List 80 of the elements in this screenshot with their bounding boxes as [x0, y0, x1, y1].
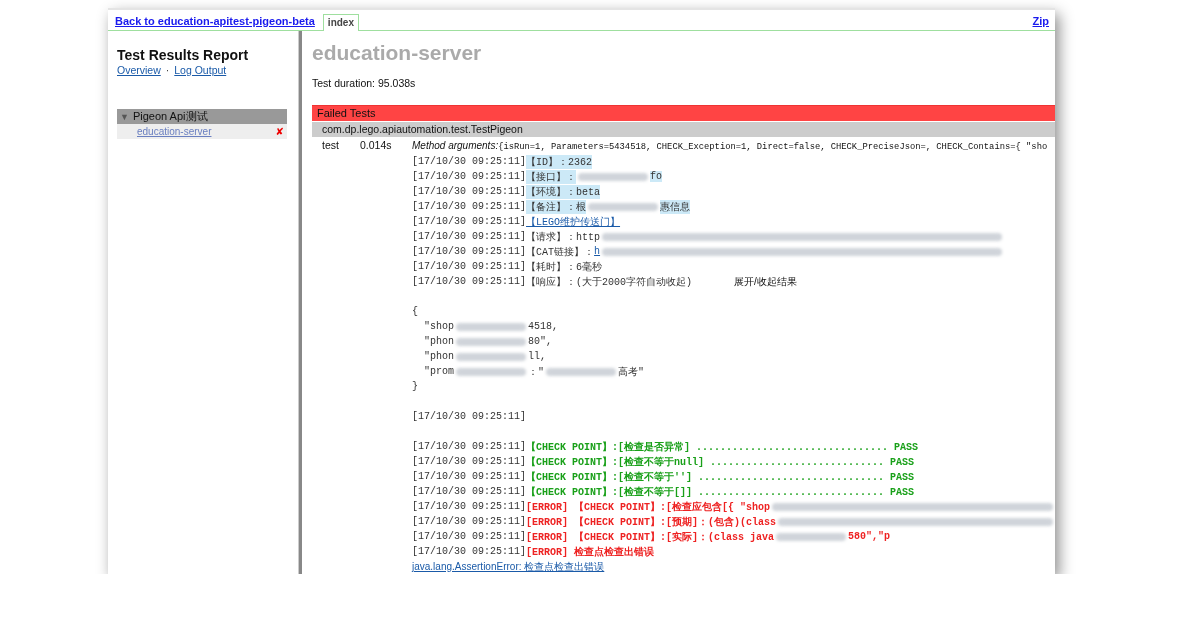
highlighted-log-text: 【环境】：beta: [526, 184, 601, 199]
log-timestamp: [17/10/30 09:25:11]: [412, 246, 527, 257]
report-title: Test Results Report: [117, 47, 250, 63]
log-timestamp: [17/10/30 09:25:11]: [412, 201, 527, 212]
nav-link[interactable]: Overview: [117, 64, 161, 76]
separator-dot: ·: [165, 64, 170, 76]
blurred-text: [456, 337, 526, 346]
zip-link[interactable]: Zip: [1032, 15, 1049, 27]
test-name: test: [322, 139, 339, 151]
check-pass-text: 【CHECK POINT】:[检查是否异常] ................................ PASS: [526, 440, 919, 454]
log-timestamp: [17/10/30 09:25:11]: [412, 186, 527, 197]
check-pass-text: 【CHECK POINT】:[检查不等于[]] ............................... PASS: [526, 485, 915, 499]
error-text: [ERROR] 检查点检查出错误: [526, 545, 655, 559]
check-pass-text: 【CHECK POINT】:[检查不等于''] ............................... PASS: [526, 470, 915, 484]
back-link[interactable]: Back to education-apitest-pigeon-beta: [115, 15, 315, 27]
log-link[interactable]: h: [594, 246, 601, 257]
log-timestamp: [17/10/30 09:25:11]: [412, 261, 527, 272]
tree-group-header[interactable]: ▼ Pigeon Api测试: [117, 109, 287, 124]
class-name-header: com.dp.lego.apiautomation.test.TestPigeon: [312, 122, 1055, 137]
log-text: "prom: [423, 366, 454, 377]
log-timestamp: [17/10/30 09:25:11]: [412, 156, 527, 167]
log-text: ll,: [528, 351, 547, 362]
log-timestamp: [17/10/30 09:25:11]: [412, 531, 527, 542]
error-text: 580","p: [848, 531, 891, 542]
log-timestamp: [17/10/30 09:25:11]: [412, 276, 527, 287]
log-timestamp: [17/10/30 09:25:11]: [412, 501, 527, 512]
log-timestamp: [17/10/30 09:25:11]: [412, 546, 527, 557]
expand-collapse-button[interactable]: 展开/收起结果: [734, 274, 797, 289]
failed-tests-header: Failed Tests: [312, 105, 1055, 121]
suite-title: education-server: [312, 41, 483, 66]
log-text: "phon: [423, 351, 454, 362]
log-timestamp: [17/10/30 09:25:11]: [412, 411, 527, 422]
log-timestamp: [17/10/30 09:25:11]: [412, 471, 527, 482]
tab[interactable]: index: [322, 14, 359, 31]
item-link[interactable]: education-server: [137, 126, 212, 137]
blurred-text: [456, 322, 526, 331]
log-text: "shop: [423, 321, 454, 332]
blurred-text: [456, 367, 526, 376]
log-timestamp: [17/10/30 09:25:11]: [412, 441, 527, 452]
log-text: 高考": [618, 365, 645, 379]
log-text: "phon: [423, 336, 454, 347]
highlighted-log-text: 惠信息: [660, 199, 691, 214]
check-pass-text: 【CHECK POINT】:[检查不等于null] ............................. PASS: [526, 455, 915, 469]
log-text: {: [412, 306, 418, 317]
log-timestamp: [17/10/30 09:25:11]: [412, 456, 527, 467]
blurred-text: [456, 352, 526, 361]
nav-link[interactable]: Log Output: [174, 64, 227, 76]
log-text: 【CAT链接】：: [526, 245, 595, 259]
fail-mark: ✘: [275, 126, 284, 137]
log-text: 4518,: [528, 321, 559, 332]
highlighted-log-text: 【接口】：: [526, 169, 577, 184]
test-time: 0.014s: [360, 139, 392, 151]
log-text: ：": [528, 365, 545, 379]
error-text: [ERROR] 【CHECK POINT】:[预期]：(包含)(class: [526, 515, 777, 529]
blurred-text: [588, 202, 659, 211]
blurred-text: [776, 532, 847, 541]
log-timestamp: [17/10/30 09:25:11]: [412, 486, 527, 497]
test-duration: Test duration: 95.038s: [312, 77, 417, 89]
log-text: 80",: [528, 336, 553, 347]
arguments-text: {isRun=1, Parameters=5434518, CHECK_Exception=1, Direct=false, CHECK_PreciseJson=, CHECK_Contains={ "sho: [498, 142, 1048, 152]
group-label: Pigeon Api测试: [132, 109, 208, 124]
log-timestamp: [17/10/30 09:25:11]: [412, 516, 527, 527]
log-timestamp: [17/10/30 09:25:11]: [412, 231, 527, 242]
blurred-text: [546, 367, 617, 376]
log-timestamp: [17/10/30 09:25:11]: [412, 216, 527, 227]
error-text: [ERROR] 【CHECK POINT】:[检查应包含[{ "shop: [526, 500, 771, 514]
blurred-text: [578, 172, 649, 181]
exception-link[interactable]: java.lang.AssertionError: 检查点检查出错误: [412, 560, 605, 574]
error-text: [ERROR] 【CHECK POINT】:[实际]：(class java: [526, 530, 775, 544]
log-timestamp: [17/10/30 09:25:11]: [412, 171, 527, 182]
log-text: }: [412, 381, 418, 392]
log-link[interactable]: 【LEGO维护传送门】: [526, 214, 621, 229]
arguments-label: Method arguments:: [412, 140, 499, 151]
highlighted-log-text: 【ID】：2362: [526, 154, 593, 169]
log-text: 【请求】：http: [526, 230, 601, 244]
log-text: 【耗时】：6毫秒: [526, 260, 603, 274]
highlighted-log-text: 【备注】：根: [526, 199, 587, 214]
log-text: 【响应】：(大于2000字符自动收起): [526, 275, 693, 289]
highlighted-log-text: fo: [650, 171, 663, 182]
tree-item[interactable]: education-server ✘: [117, 124, 287, 139]
